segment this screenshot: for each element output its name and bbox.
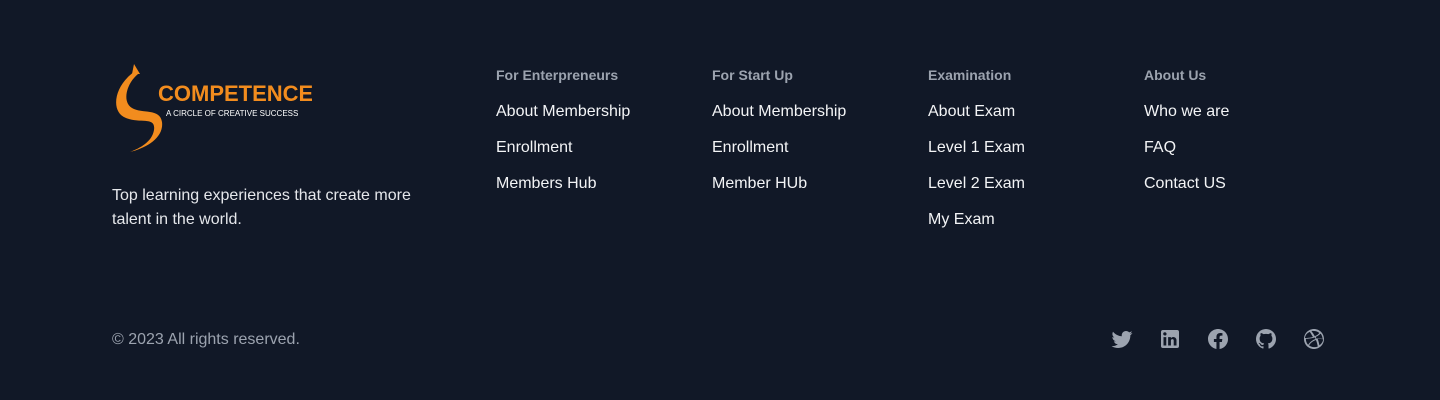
column-title: About Us <box>1144 67 1207 83</box>
footer-link-level-1-exam[interactable]: Level 1 Exam <box>928 139 1025 156</box>
copyright-text: © 2023 All rights reserved. <box>112 331 300 348</box>
twitter-icon[interactable] <box>1110 327 1134 351</box>
footer-link-about-membership[interactable]: About Membership <box>712 103 846 120</box>
footer-link-contact-us[interactable]: Contact US <box>1144 175 1226 192</box>
github-icon[interactable] <box>1254 327 1278 351</box>
column-title: Examination <box>928 67 1012 83</box>
footer-column-about-us: About Us Who we are FAQ Contact US <box>1144 66 1344 210</box>
column-title: For Start Up <box>712 67 793 83</box>
footer-link-member-hub[interactable]: Member HUb <box>712 175 807 192</box>
footer-column-startup: For Start Up About Membership Enrollment… <box>712 66 912 210</box>
facebook-icon[interactable] <box>1206 327 1230 351</box>
footer-link-members-hub[interactable]: Members Hub <box>496 175 596 192</box>
footer-link-enrollment[interactable]: Enrollment <box>496 139 572 156</box>
svg-text:A CIRCLE OF CREATIVE SUCCESS: A CIRCLE OF CREATIVE SUCCESS <box>166 109 298 118</box>
footer-link-about-exam[interactable]: About Exam <box>928 103 1015 120</box>
competence-logo[interactable]: COMPETENCE A CIRCLE OF CREATIVE SUCCESS <box>112 62 312 154</box>
column-title: For Enterpreneurs <box>496 67 619 83</box>
linkedin-icon[interactable] <box>1158 327 1182 351</box>
footer-link-my-exam[interactable]: My Exam <box>928 211 995 228</box>
footer-link-level-2-exam[interactable]: Level 2 Exam <box>928 175 1025 192</box>
brand-block: COMPETENCE A CIRCLE OF CREATIVE SUCCESS … <box>112 62 452 232</box>
footer-column-examination: Examination About Exam Level 1 Exam Leve… <box>928 66 1128 246</box>
site-footer: COMPETENCE A CIRCLE OF CREATIVE SUCCESS … <box>0 0 1440 400</box>
footer-link-about-membership[interactable]: About Membership <box>496 103 630 120</box>
svg-text:COMPETENCE: COMPETENCE <box>158 81 312 106</box>
social-links <box>1110 327 1326 351</box>
footer-column-enterpreneurs: For Enterpreneurs About Membership Enrol… <box>496 66 696 210</box>
footer-link-faq[interactable]: FAQ <box>1144 139 1176 156</box>
footer-link-enrollment[interactable]: Enrollment <box>712 139 788 156</box>
brand-tagline: Top learning experiences that create mor… <box>112 187 411 228</box>
dribbble-icon[interactable] <box>1302 327 1326 351</box>
footer-link-who-we-are[interactable]: Who we are <box>1144 103 1229 120</box>
